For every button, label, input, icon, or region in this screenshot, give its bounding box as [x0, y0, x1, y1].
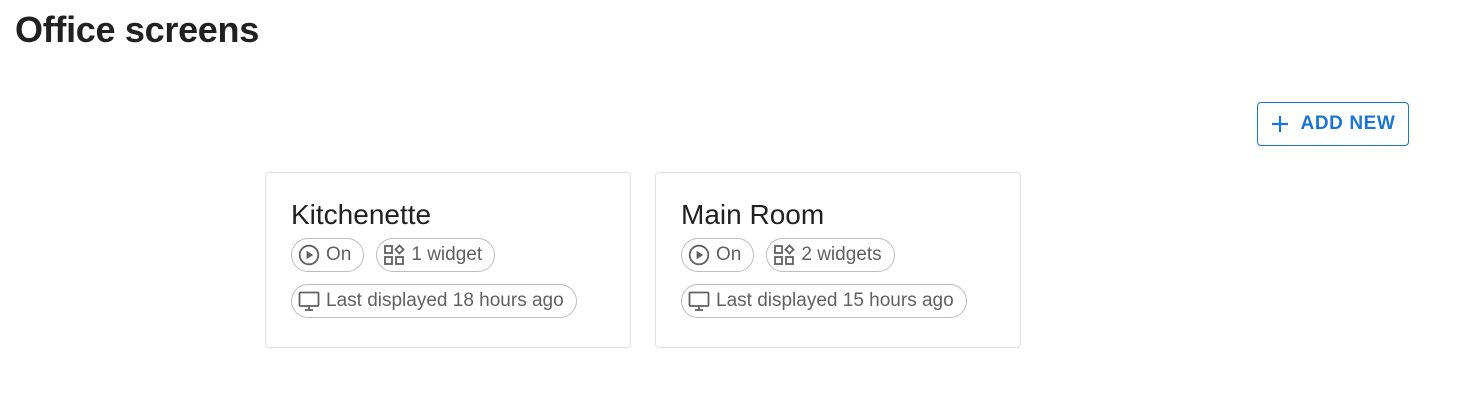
- widgets-icon: [773, 244, 796, 266]
- widgets-chip: 2 widgets: [766, 238, 895, 272]
- play-circle-icon: [688, 244, 710, 266]
- widgets-chip: 1 widget: [376, 238, 496, 272]
- screen-name: Main Room: [681, 199, 825, 230]
- add-new-label: ADD NEW: [1300, 113, 1396, 134]
- screen-card-list: Kitchenette On 1 widget Last displayed 1…: [265, 172, 1021, 348]
- chip-row: Last displayed 18 hours ago: [291, 284, 606, 318]
- monitor-icon: [298, 290, 320, 312]
- widgets-icon: [383, 244, 406, 266]
- last-displayed-chip: Last displayed 18 hours ago: [291, 284, 577, 318]
- status-chip: On: [681, 238, 755, 272]
- chip-row: Last displayed 15 hours ago: [681, 284, 996, 318]
- add-new-button[interactable]: ADD NEW: [1257, 102, 1409, 146]
- last-displayed-label: Last displayed 18 hours ago: [326, 290, 564, 311]
- chip-row: On 1 widget: [291, 238, 606, 272]
- monitor-icon: [688, 290, 710, 312]
- status-label: On: [716, 244, 742, 265]
- status-label: On: [326, 244, 352, 265]
- screen-card[interactable]: Kitchenette On 1 widget Last displayed 1…: [265, 172, 631, 348]
- screen-card[interactable]: Main Room On 2 widgets Last displayed 15…: [655, 172, 1021, 348]
- status-chip: On: [291, 238, 365, 272]
- play-circle-icon: [298, 244, 320, 266]
- chip-row: On 2 widgets: [681, 238, 996, 272]
- plus-icon: [1271, 115, 1289, 133]
- widgets-count: 2 widgets: [801, 244, 882, 265]
- widgets-count: 1 widget: [411, 244, 483, 265]
- last-displayed-label: Last displayed 15 hours ago: [716, 290, 954, 311]
- page-title: Office screens: [15, 9, 259, 50]
- screen-name: Kitchenette: [291, 199, 432, 230]
- last-displayed-chip: Last displayed 15 hours ago: [681, 284, 967, 318]
- page: Office screens ADD NEW Kitchenette On 1 …: [0, 0, 1460, 400]
